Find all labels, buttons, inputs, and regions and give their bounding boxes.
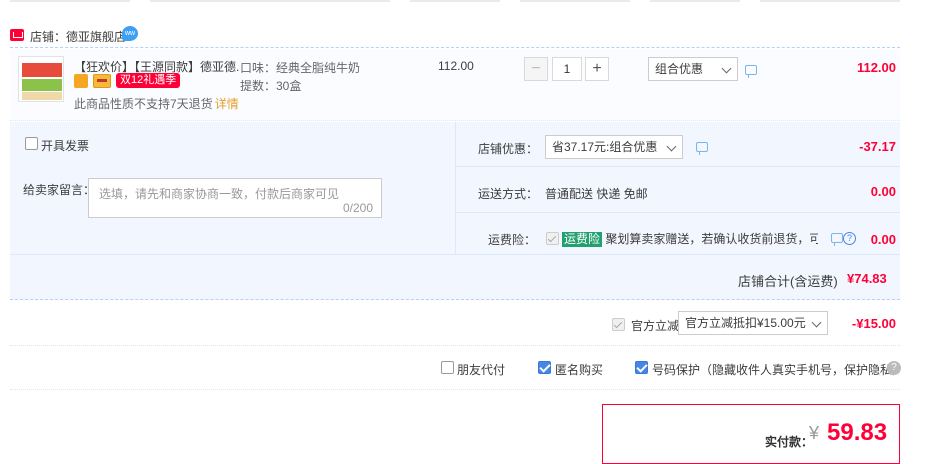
message-label: 给卖家留言：	[23, 183, 96, 197]
message-placeholder: 选填，请先和商家协商一致，付款后商家可见	[99, 187, 340, 201]
quantity-input[interactable]: 1	[552, 57, 582, 81]
shop-total-label: 店铺合计(含运费)	[738, 274, 838, 289]
help-icon[interactable]: ?	[887, 361, 901, 375]
official-discount-checkbox	[612, 318, 625, 331]
chevron-down-icon	[666, 141, 677, 152]
payment-label: 实付款：	[765, 435, 814, 449]
shop-total-amount: ¥74.83	[847, 271, 887, 286]
shipping-label: 运送方式：	[478, 187, 539, 201]
official-discount-select[interactable]: 官方立减抵扣¥15.00元	[678, 311, 828, 335]
insurance-label: 运费险：	[488, 233, 537, 247]
item-row: 【狂欢价】【王源同款】德亚德... 双12礼遇季 此商品性质不支持7天退货 详情 …	[10, 49, 900, 121]
tmall-icon	[10, 29, 24, 41]
chevron-down-icon	[721, 63, 732, 74]
payment-amount: 59.83	[827, 419, 888, 446]
item-note: 此商品性质不支持7天退货 详情	[74, 95, 239, 112]
message-icon[interactable]	[745, 65, 757, 78]
shop-header: 店铺：德亚旗舰店 ww	[10, 26, 900, 48]
friend-pay-label: 朋友代付	[457, 363, 506, 377]
divider	[456, 212, 900, 213]
official-discount-label: 官方立减	[631, 319, 680, 333]
no-return-note: 此商品性质不支持7天退货	[74, 97, 213, 111]
message-icon[interactable]	[696, 142, 708, 155]
insurance-text: 聚划算卖家赠送，若确认收货前退货，可获...	[605, 232, 818, 246]
shop-discount-label: 店铺优惠：	[478, 142, 539, 156]
divider	[456, 166, 900, 167]
card-badge-icon	[93, 74, 111, 88]
number-protect-checkbox[interactable]	[635, 361, 648, 374]
payment-currency: ¥	[809, 423, 820, 443]
unit-price: 112.00	[438, 59, 474, 73]
buyer-options: 开具发票 给卖家留言： 选填，请先和商家协商一致，付款后商家可见 0/200	[10, 122, 456, 254]
payment-summary: 实付款： ¥ 59.83	[602, 404, 900, 464]
insurance-amount: 0.00	[870, 232, 896, 247]
message-counter: 0/200	[342, 201, 373, 215]
item-subtotal: 112.00	[856, 60, 896, 75]
quantity-minus-button[interactable]: −	[524, 57, 548, 81]
anonymous-checkbox[interactable]	[538, 361, 551, 374]
order-options-block: 开具发票 给卖家留言： 选填，请先和商家协商一致，付款后商家可见 0/200 店…	[10, 122, 900, 300]
anonymous-label: 匿名购买	[555, 363, 604, 377]
detail-link[interactable]: 详情	[215, 97, 239, 111]
shop-discount-select[interactable]: 省37.17元:组合优惠	[545, 135, 683, 159]
divider	[10, 345, 900, 346]
top-border	[10, 0, 900, 2]
product-thumbnail[interactable]	[18, 56, 64, 102]
divider	[10, 389, 900, 390]
number-protect-label: 号码保护（隐藏收件人真实手机号，保护隐私）	[652, 363, 905, 377]
friend-pay-checkbox[interactable]	[441, 361, 454, 374]
item-promo-select-value: 组合优惠	[655, 62, 704, 76]
sku-pack: 提数：30盒	[240, 79, 302, 93]
credit-badge-icon	[74, 74, 88, 88]
item-promo-select[interactable]: 组合优惠	[648, 57, 738, 81]
insurance-info: 运费险 聚划算卖家赠送，若确认收货前退货，可获...	[562, 230, 818, 247]
quantity-stepper: − 1 +	[524, 57, 609, 81]
shipping-value: 普通配送 快递 免邮	[545, 187, 648, 201]
sku-flavor: 口味：经典全脂纯牛奶	[240, 61, 361, 75]
promo-badge: 双12礼遇季	[116, 73, 181, 88]
shipping-amount: 0.00	[870, 184, 896, 199]
official-discount-amount: -¥15.00	[851, 316, 896, 331]
insurance-tag: 运费险	[562, 232, 603, 247]
shop-total-bar: 店铺合计(含运费) ¥74.83	[10, 254, 900, 300]
insurance-checkbox	[546, 232, 559, 245]
shop-discount-select-value: 省37.17元:组合优惠	[552, 140, 658, 154]
quantity-plus-button[interactable]: +	[585, 57, 609, 81]
message-textarea[interactable]: 选填，请先和商家协商一致，付款后商家可见 0/200	[88, 178, 382, 218]
invoice-label: 开具发票	[41, 139, 90, 153]
shop-name[interactable]: 店铺：德亚旗舰店	[30, 28, 126, 45]
wangwang-icon[interactable]: ww	[122, 26, 138, 41]
official-discount-select-value: 官方立减抵扣¥15.00元	[685, 316, 806, 330]
shop-discount-amount: -37.17	[859, 139, 896, 154]
invoice-checkbox[interactable]	[25, 137, 38, 150]
